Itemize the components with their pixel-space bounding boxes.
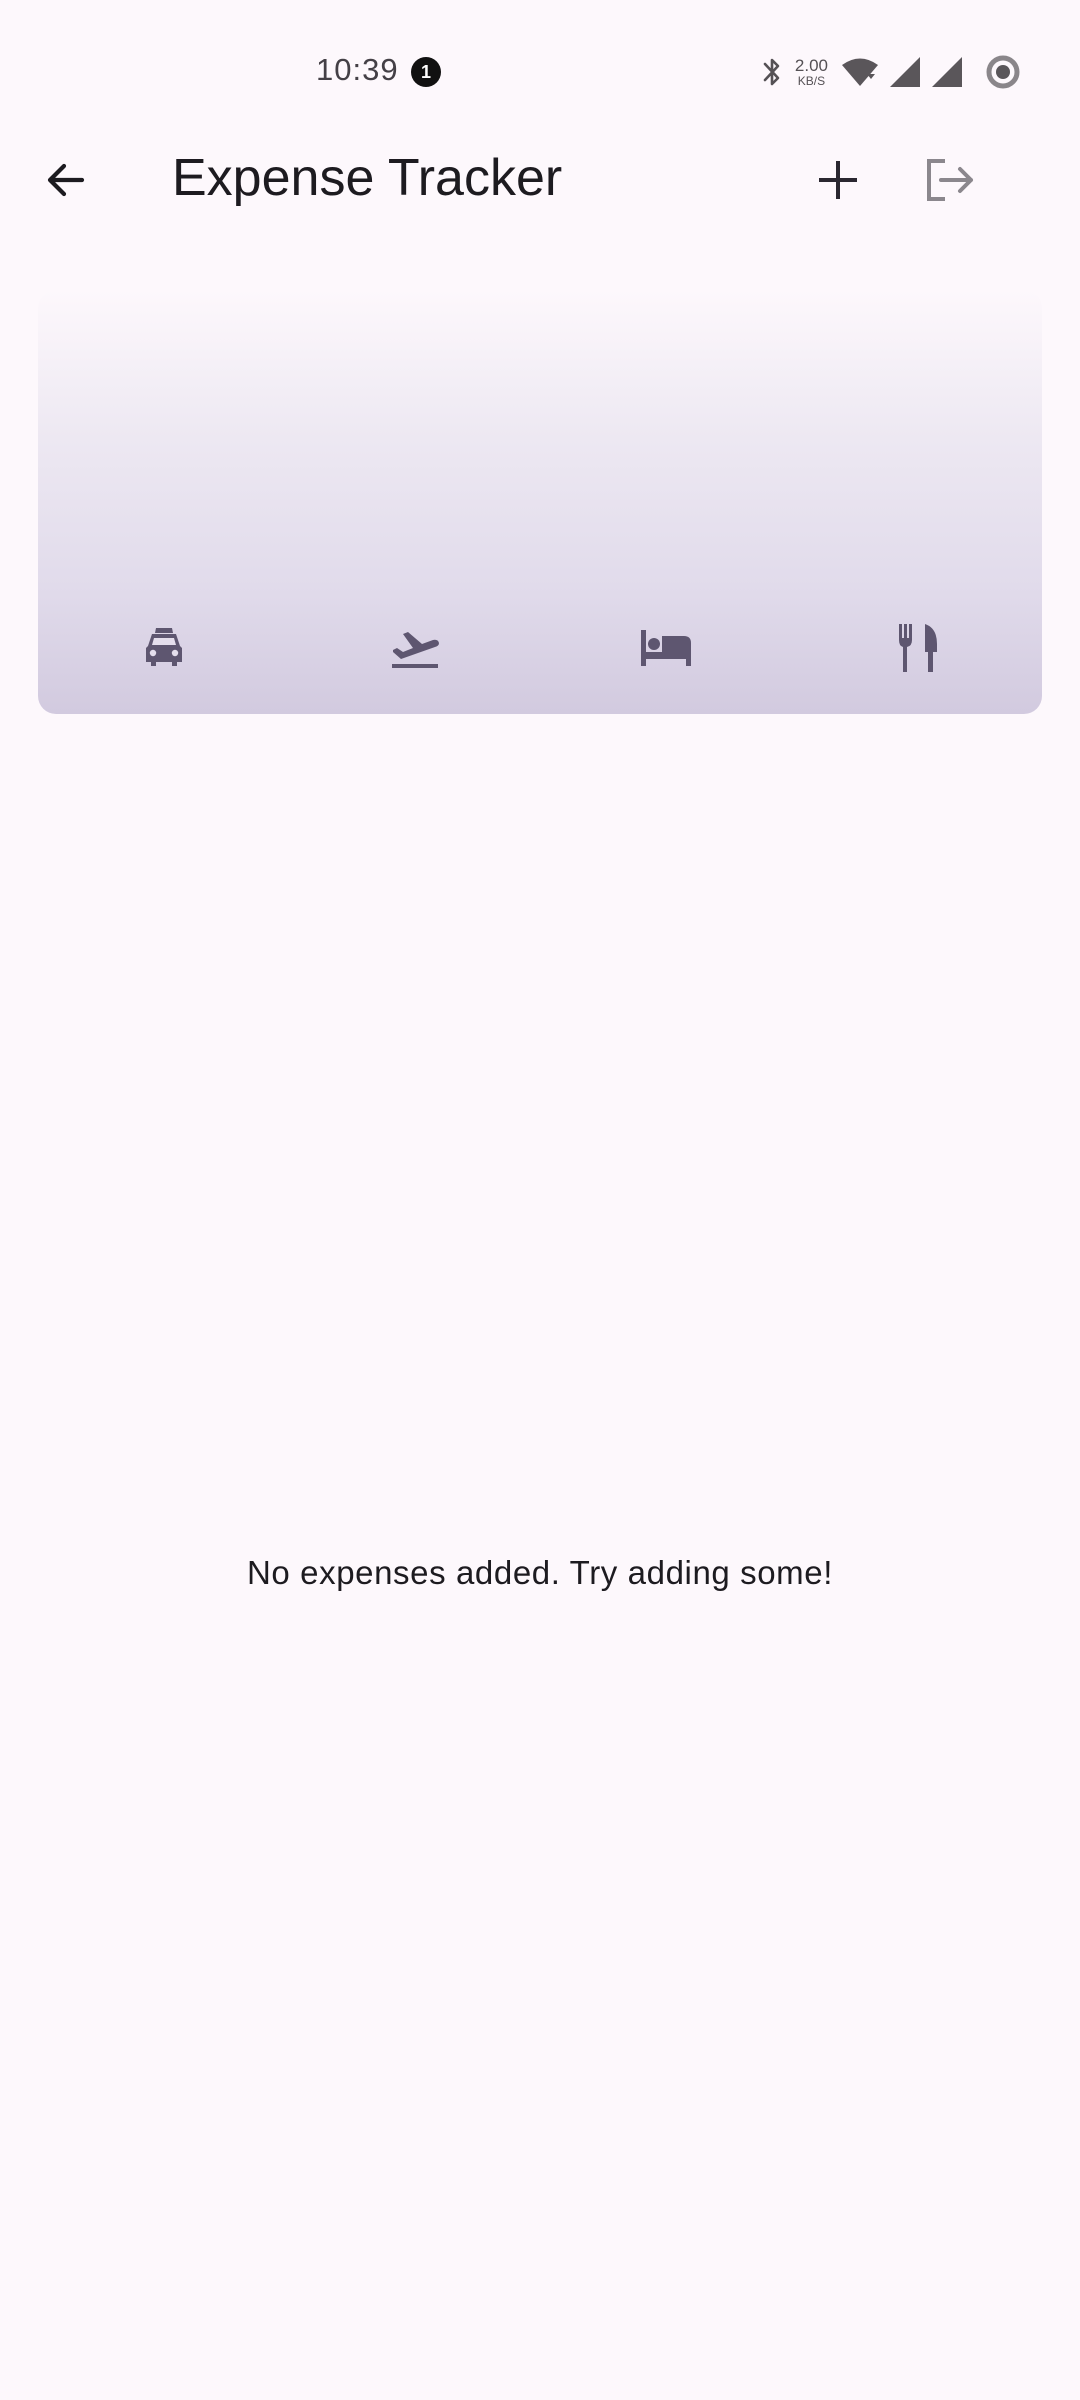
category-lodging <box>540 608 791 688</box>
category-car <box>38 608 289 688</box>
notification-badge: 1 <box>411 57 441 87</box>
page-title: Expense Tracker <box>172 149 563 207</box>
app-bar: Expense Tracker <box>0 130 1080 230</box>
network-speed-value: 2.00 <box>794 56 828 75</box>
status-bar: 10:39 1 2.00 KB/S <box>0 0 1080 140</box>
flight-takeoff-icon <box>389 624 441 672</box>
expense-chart-card <box>38 290 1042 714</box>
category-travel <box>289 608 540 688</box>
wifi-icon <box>840 56 880 88</box>
network-speed-unit: KB/S <box>797 74 826 88</box>
restaurant-icon <box>893 622 941 674</box>
empty-state-message: No expenses added. Try adding some! <box>246 1554 833 1591</box>
car-icon <box>140 624 188 672</box>
signal-icon <box>888 55 922 89</box>
bluetooth-icon <box>761 55 783 89</box>
chart-bars-area <box>38 290 1042 590</box>
status-time: 10:39 <box>316 52 399 87</box>
arrow-back-icon <box>44 158 88 207</box>
bed-icon <box>638 626 694 670</box>
back-button[interactable] <box>36 152 96 212</box>
status-icons: 2.00 KB/S <box>761 50 1022 94</box>
category-food <box>791 608 1042 688</box>
signal-icon <box>930 55 964 89</box>
network-speed: 2.00 KB/S <box>795 57 828 87</box>
add-icon <box>818 160 858 205</box>
logout-icon <box>925 157 975 208</box>
battery-ring-icon <box>984 53 1022 91</box>
logout-button[interactable] <box>918 150 982 214</box>
category-icon-row <box>38 608 1042 688</box>
add-expense-button[interactable] <box>806 150 870 214</box>
